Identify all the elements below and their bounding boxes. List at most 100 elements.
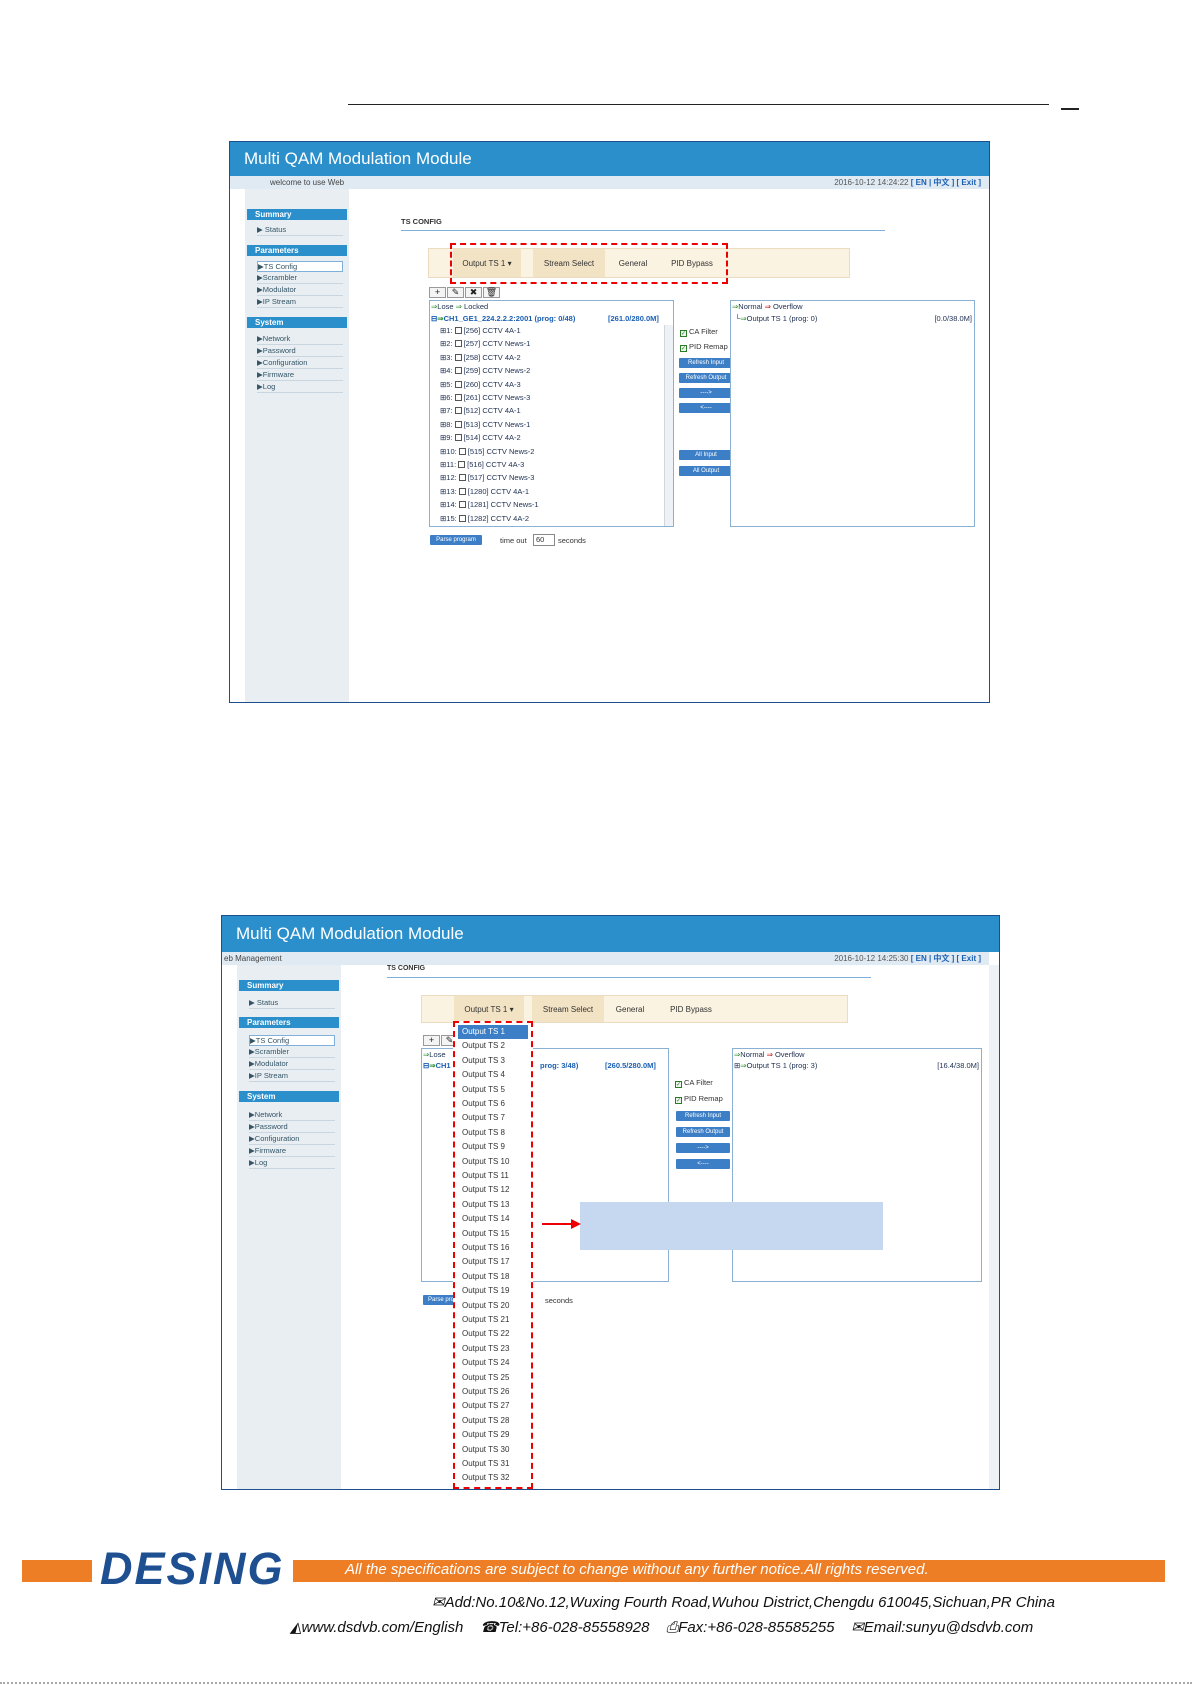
move-right-button[interactable]: ----> <box>676 1143 730 1153</box>
dropdown-option[interactable]: Output TS 15 <box>458 1227 528 1241</box>
dropdown-option[interactable]: Output TS 20 <box>458 1299 528 1313</box>
all-input-button[interactable]: All Input <box>679 450 733 460</box>
program-item[interactable]: ⊞3: [258] CCTV 4A-2 <box>440 353 521 362</box>
program-checkbox[interactable] <box>458 487 466 495</box>
program-checkbox[interactable] <box>454 380 462 388</box>
program-item[interactable]: ⊞5: [260] CCTV 4A-3 <box>440 380 521 389</box>
all-output-button[interactable]: All Output <box>679 466 733 476</box>
sidebar-item-log[interactable]: ▶Log <box>257 382 343 393</box>
dropdown-option[interactable]: Output TS 14 <box>458 1212 528 1226</box>
program-item[interactable]: ⊞7: [512] CCTV 4A-1 <box>440 406 521 415</box>
program-item[interactable]: ⊞12: [517] CCTV News-3 <box>440 473 534 482</box>
program-item[interactable]: ⊞11: [516] CCTV 4A-3 <box>440 460 524 469</box>
sidebar-item-configuration[interactable]: ▶Configuration <box>257 358 343 369</box>
program-checkbox[interactable] <box>454 394 462 401</box>
move-left-button[interactable]: <---- <box>676 1159 730 1169</box>
timeout-input[interactable]: 60 <box>533 534 555 546</box>
dropdown-option[interactable]: Output TS 1 <box>458 1025 528 1039</box>
language-switch[interactable]: [ EN | 中文 ] <box>911 954 955 963</box>
program-item[interactable]: ⊞9: [514] CCTV 4A-2 <box>440 433 521 442</box>
program-checkbox[interactable] <box>458 514 466 522</box>
channel-node[interactable]: ⊟⇒CH1_GE1_224.2.2.2:2001 (prog: 0/48) <box>431 314 575 323</box>
channel-node[interactable]: ⊟⇒CH1 <box>423 1061 451 1070</box>
dropdown-option[interactable]: Output TS 19 <box>458 1284 528 1298</box>
exit-link[interactable]: [ Exit ] <box>957 954 981 963</box>
dropdown-option[interactable]: Output TS 26 <box>458 1385 528 1399</box>
pid-remap-checkbox[interactable]: ✓ PID Remap <box>675 1094 723 1104</box>
dropdown-option[interactable]: Output TS 11 <box>458 1169 528 1183</box>
program-item[interactable]: ⊞10: [515] CCTV News-2 <box>440 447 534 456</box>
program-checkbox[interactable] <box>458 501 466 509</box>
refresh-output-button[interactable]: Refresh Output <box>676 1127 730 1137</box>
sidebar-item-modulator[interactable]: ▶Modulator <box>257 285 343 296</box>
dropdown-option[interactable]: Output TS 32 <box>458 1471 528 1485</box>
dropdown-option[interactable]: Output TS 9 <box>458 1140 528 1154</box>
sidebar-item-ip-stream[interactable]: ▶IP Stream <box>257 297 343 308</box>
dropdown-option[interactable]: Output TS 31 <box>458 1457 528 1471</box>
dropdown-option[interactable]: Output TS 13 <box>458 1198 528 1212</box>
program-item[interactable]: ⊞2: [257] CCTV News-1 <box>440 339 530 348</box>
dropdown-option[interactable]: Output TS 23 <box>458 1342 528 1356</box>
program-item[interactable]: ⊞6: [261] CCTV News-3 <box>440 393 530 402</box>
output-node[interactable]: ⊞⇒Output TS 1 (prog: 3) <box>734 1061 817 1070</box>
sidebar-item-status[interactable]: ▶ Status <box>257 225 343 236</box>
dropdown-option[interactable]: Output TS 4 <box>458 1068 528 1082</box>
dropdown-option[interactable]: Output TS 3 <box>458 1054 528 1068</box>
pid-remap-checkbox[interactable]: ✓ PID Remap <box>680 342 728 352</box>
program-checkbox[interactable] <box>458 474 466 482</box>
dropdown-option[interactable]: Output TS 17 <box>458 1255 528 1269</box>
program-item[interactable]: ⊞15: [1282] CCTV 4A-2 <box>440 514 529 523</box>
sidebar-item-ts-config[interactable]: ▶TS Config <box>257 261 343 272</box>
sidebar-item-firmware[interactable]: ▶Firmware <box>249 1146 335 1157</box>
sidebar-item-network[interactable]: ▶Network <box>257 334 343 345</box>
dropdown-option[interactable]: Output TS 25 <box>458 1371 528 1385</box>
delete-button[interactable]: ✖ <box>465 287 482 298</box>
sidebar-item-firmware[interactable]: ▶Firmware <box>257 370 343 381</box>
dropdown-option[interactable]: Output TS 8 <box>458 1126 528 1140</box>
sidebar-item-status[interactable]: ▶ Status <box>249 998 335 1009</box>
sidebar-item-password[interactable]: ▶Password <box>257 346 343 357</box>
add-button[interactable]: + <box>423 1035 440 1046</box>
exit-link[interactable]: [ Exit ] <box>957 178 981 187</box>
tab-output-ts[interactable]: Output TS 1 ▾ <box>454 996 524 1022</box>
ca-filter-checkbox[interactable]: ✓ CA Filter <box>680 327 718 337</box>
refresh-input-button[interactable]: Refresh Input <box>679 358 733 368</box>
dropdown-option[interactable]: Output TS 2 <box>458 1039 528 1053</box>
sidebar-item-scrambler[interactable]: ▶Scrambler <box>257 273 343 284</box>
tab-pid-bypass[interactable]: PID Bypass <box>656 996 726 1022</box>
dropdown-option[interactable]: Output TS 12 <box>458 1183 528 1197</box>
program-checkbox[interactable] <box>454 327 462 334</box>
program-checkbox[interactable] <box>454 434 462 442</box>
sidebar-item-scrambler[interactable]: ▶Scrambler <box>249 1047 335 1058</box>
edit-button[interactable]: ✎ <box>447 287 464 298</box>
program-checkbox[interactable] <box>454 367 462 375</box>
program-item[interactable]: ⊞13: [1280] CCTV 4A-1 <box>440 487 529 496</box>
dropdown-option[interactable]: Output TS 6 <box>458 1097 528 1111</box>
dropdown-option[interactable]: Output TS 30 <box>458 1443 528 1457</box>
program-checkbox[interactable] <box>458 461 466 468</box>
dropdown-option[interactable]: Output TS 29 <box>458 1428 528 1442</box>
parse-program-button[interactable]: Parse program <box>430 535 482 545</box>
refresh-output-button[interactable]: Refresh Output <box>679 373 733 383</box>
dropdown-option[interactable]: Output TS 18 <box>458 1270 528 1284</box>
ca-filter-checkbox[interactable]: ✓ CA Filter <box>675 1078 713 1088</box>
program-item[interactable]: ⊞1: [256] CCTV 4A-1 <box>440 326 521 335</box>
program-item[interactable]: ⊞14: [1281] CCTV News-1 <box>440 500 539 509</box>
sidebar-item-configuration[interactable]: ▶Configuration <box>249 1134 335 1145</box>
move-right-button[interactable]: ----> <box>679 388 733 398</box>
dropdown-option[interactable]: Output TS 21 <box>458 1313 528 1327</box>
program-item[interactable]: ⊞4: [259] CCTV News-2 <box>440 366 530 375</box>
program-checkbox[interactable] <box>454 420 462 428</box>
sidebar-item-network[interactable]: ▶Network <box>249 1110 335 1121</box>
tab-stream-select[interactable]: Stream Select <box>532 996 604 1022</box>
sidebar-item-ip-stream[interactable]: ▶IP Stream <box>249 1071 335 1082</box>
refresh-input-button[interactable]: Refresh Input <box>676 1111 730 1121</box>
sidebar-item-ts-config[interactable]: ▶TS Config <box>249 1035 335 1046</box>
add-button[interactable]: + <box>429 287 446 298</box>
input-scrollbar[interactable] <box>664 325 673 526</box>
dropdown-option[interactable]: Output TS 28 <box>458 1414 528 1428</box>
dropdown-option[interactable]: Output TS 27 <box>458 1399 528 1413</box>
trash-button[interactable]: 🗑 <box>483 287 500 298</box>
program-item[interactable]: ⊞8: [513] CCTV News-1 <box>440 420 530 429</box>
dropdown-option[interactable]: Output TS 7 <box>458 1111 528 1125</box>
